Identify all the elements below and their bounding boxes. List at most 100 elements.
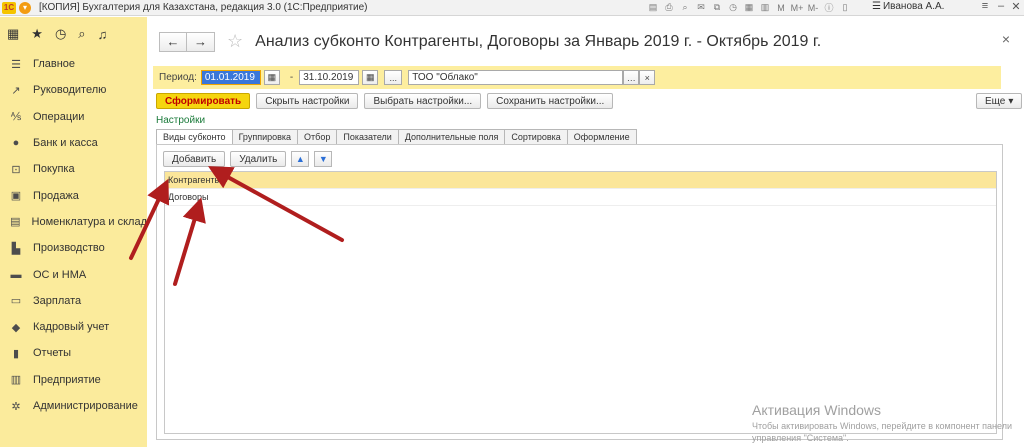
sidebar-item-bank[interactable]: ● Банк и касса: [0, 130, 147, 156]
reports-icon: ▮: [12, 347, 20, 360]
more-button[interactable]: Еще ▾: [976, 93, 1023, 109]
sidebar-item-label: Зарплата: [33, 294, 82, 307]
history-icon[interactable]: ◷: [55, 26, 66, 42]
tab-formatting[interactable]: Оформление: [567, 129, 637, 145]
tab-filter[interactable]: Отбор: [298, 129, 338, 145]
organization-select-button[interactable]: …: [623, 70, 640, 85]
print-icon[interactable]: ⎙: [662, 1, 676, 14]
panel-toolbar: Добавить Удалить ▲ ▼: [163, 151, 333, 167]
period-from-value: 01.01.2019: [204, 72, 255, 83]
period-choose-button[interactable]: ...: [384, 70, 403, 85]
menu-icon[interactable]: ≡: [978, 0, 992, 12]
forward-button[interactable]: →: [187, 31, 215, 52]
minimize-icon[interactable]: –: [994, 0, 1008, 12]
sidebar-item-hr[interactable]: ◆ Кадровый учет: [0, 314, 147, 340]
truck-icon: ▬: [10, 268, 22, 281]
organization-value: ТОО "Облако": [412, 72, 478, 83]
sidebar-item-sales[interactable]: ▣ Продажа: [0, 182, 147, 208]
organization-field[interactable]: ТОО "Облако": [408, 70, 624, 85]
sidebar-item-main[interactable]: ☰ Главное: [0, 51, 147, 77]
search-icon[interactable]: ⌕: [78, 26, 85, 42]
sidebar-item-label: Руководителю: [33, 84, 107, 97]
tab-indicators[interactable]: Показатели: [337, 129, 399, 145]
tab-grouping[interactable]: Группировка: [232, 129, 299, 145]
user-icon: ☰: [872, 1, 881, 12]
move-up-icon[interactable]: ▲: [291, 151, 310, 167]
operations-icon: ⅍: [10, 110, 22, 123]
main-menu-icon[interactable]: ▾: [19, 1, 31, 14]
tab-sorting[interactable]: Сортировка: [505, 129, 568, 145]
sidebar-item-label: Покупка: [33, 163, 75, 176]
sidebar-item-admin[interactable]: ✲ Администрирование: [0, 393, 147, 419]
close-form-icon[interactable]: ×: [1002, 31, 1010, 47]
info-icon[interactable]: ⓘ: [822, 1, 836, 14]
organization-clear-button[interactable]: ×: [639, 70, 656, 85]
sidebar-item-production[interactable]: ▙ Производство: [0, 235, 147, 261]
save-settings-button[interactable]: Сохранить настройки...: [487, 93, 614, 109]
tab-subconto-types[interactable]: Виды субконто: [156, 129, 233, 145]
sidebar-item-label: Администрирование: [33, 400, 138, 412]
sidebar-item-enterprise[interactable]: ▥ Предприятие: [0, 367, 147, 393]
calendar-icon[interactable]: ▥: [758, 1, 772, 14]
calculator-icon[interactable]: ▦: [742, 1, 756, 14]
favorites-star-icon[interactable]: ★: [31, 26, 43, 42]
sidebar-item-salary[interactable]: ▭ Зарплата: [0, 288, 147, 314]
menu-icon: ☰: [11, 58, 21, 71]
back-button[interactable]: ←: [159, 31, 187, 52]
sidebar: ▦ ★ ◷ ⌕ ♫ ☰ Главное ↗ Руководителю ⅍ Операц…: [0, 17, 147, 447]
move-down-icon[interactable]: ▼: [314, 151, 333, 167]
sidebar-item-label: Предприятие: [33, 373, 101, 386]
form-actions: Сформировать Скрыть настройки Выбрать на…: [156, 93, 614, 109]
calendar-to-icon[interactable]: ▦: [362, 70, 379, 85]
user-menu[interactable]: ☰ Иванова А.А.: [872, 1, 944, 12]
title-toolbar: ▤ ⎙ ⌕ ✉ ⧉ ◷ ▦ ▥ M M+ M- ⓘ ▯: [646, 1, 852, 14]
factory-icon: ▙: [11, 242, 21, 255]
find-icon[interactable]: ⌕: [678, 1, 692, 14]
generate-button[interactable]: Сформировать: [156, 93, 251, 109]
sidebar-item-label: Операции: [33, 110, 85, 123]
period-from-field[interactable]: 01.01.2019: [200, 70, 261, 85]
close-window-icon[interactable]: ✕: [1009, 0, 1023, 13]
sidebar-item-purchase[interactable]: ⊡ Покупка: [0, 156, 147, 182]
history-icon[interactable]: ◷: [726, 1, 740, 14]
table-row[interactable]: Контрагенты: [165, 172, 996, 189]
subconto-table: Контрагенты Договоры: [164, 171, 997, 434]
form-header: ← → ☆ Анализ субконто Контрагенты, Догов…: [159, 31, 821, 52]
app-logo-icon: 1С: [2, 1, 16, 14]
save-icon[interactable]: ▤: [646, 1, 660, 14]
sidebar-item-manager[interactable]: ↗ Руководителю: [0, 77, 147, 103]
sidebar-item-reports[interactable]: ▮ Отчеты: [0, 340, 147, 366]
bell-icon[interactable]: ♫: [98, 27, 108, 42]
calendar-from-icon[interactable]: ▦: [263, 70, 280, 85]
add-button[interactable]: Добавить: [163, 151, 226, 167]
memory-plus-button[interactable]: M+: [790, 1, 804, 14]
panels-icon[interactable]: ▯: [838, 1, 852, 14]
apps-grid-icon[interactable]: ▦: [7, 26, 19, 42]
cart-icon: ⊡: [11, 163, 21, 176]
memory-minus-button[interactable]: M-: [806, 1, 820, 14]
delete-button[interactable]: Удалить: [230, 151, 287, 167]
window-title: [КОПИЯ] Бухгалтерия для Казахстана, реда…: [39, 2, 368, 13]
hide-settings-button[interactable]: Скрыть настройки: [256, 93, 359, 109]
table-row[interactable]: Договоры: [165, 189, 996, 206]
tab-additional-fields[interactable]: Дополнительные поля: [398, 129, 506, 145]
favorite-star-icon[interactable]: ☆: [227, 31, 243, 52]
memory-m-button[interactable]: M: [774, 1, 788, 14]
gear-icon: ✲: [11, 400, 21, 413]
user-name: Иванова А.А.: [882, 1, 945, 12]
warehouse-icon: ▤: [10, 216, 21, 229]
period-to-value: 31.10.2019: [303, 72, 354, 83]
title-bar: 1С ▾ [КОПИЯ] Бухгалтерия для Казахстана,…: [0, 0, 1024, 16]
chart-line-icon: ↗: [11, 84, 21, 97]
period-to-field[interactable]: 31.10.2019: [299, 70, 360, 85]
sidebar-item-warehouse[interactable]: ▤ Номенклатура и склад: [0, 209, 147, 235]
settings-link[interactable]: Настройки: [156, 115, 205, 126]
mail-icon[interactable]: ✉: [694, 1, 708, 14]
sidebar-item-fixed-assets[interactable]: ▬ ОС и НМА: [0, 261, 147, 287]
sidebar-item-label: Продажа: [33, 189, 79, 202]
sidebar-item-operations[interactable]: ⅍ Операции: [0, 104, 147, 130]
sidebar-item-label: Номенклатура и склад: [31, 215, 147, 228]
choose-settings-button[interactable]: Выбрать настройки...: [364, 93, 482, 109]
link-icon[interactable]: ⧉: [710, 1, 724, 14]
sidebar-item-label: Главное: [33, 58, 76, 71]
